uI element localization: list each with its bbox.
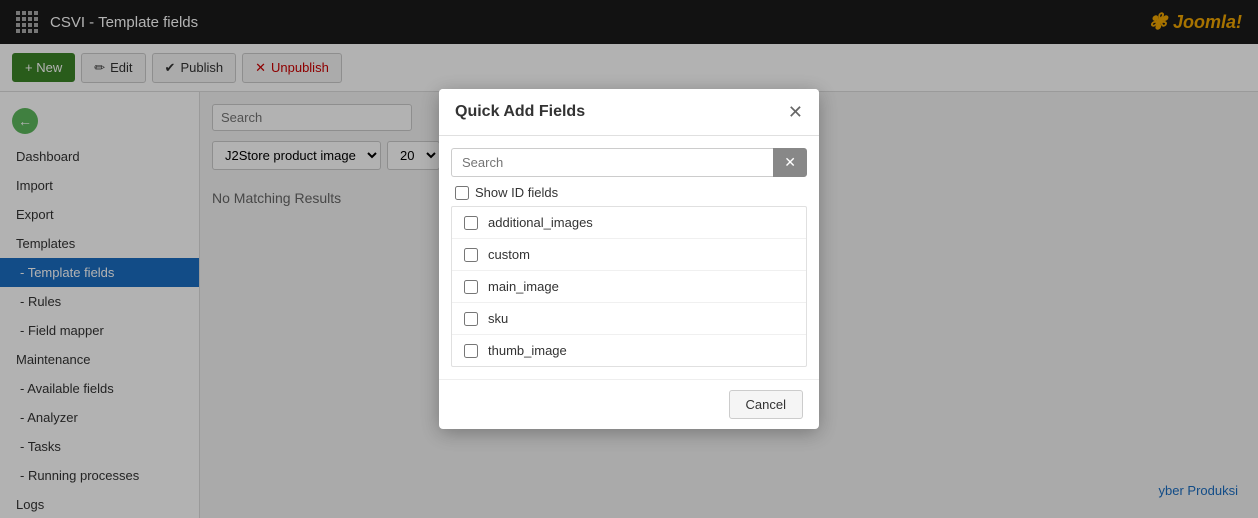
quick-add-modal: Quick Add Fields ✕ ✕ Show ID fields <box>439 89 819 429</box>
modal-header: Quick Add Fields ✕ <box>439 89 819 136</box>
show-id-label: Show ID fields <box>475 185 558 200</box>
field-label-thumb-image: thumb_image <box>488 343 567 358</box>
field-row-sku: sku <box>452 303 806 335</box>
modal-body: ✕ Show ID fields additional_images <box>439 136 819 379</box>
field-label-sku: sku <box>488 311 508 326</box>
main-layout: ← Dashboard Import Export Templates - Te… <box>0 92 1258 518</box>
modal-footer: Cancel <box>439 379 819 429</box>
modal-search-input[interactable] <box>451 148 773 177</box>
modal-title: Quick Add Fields <box>455 103 585 121</box>
checkbox-main-image[interactable] <box>464 280 478 294</box>
field-row-additional-images: additional_images <box>452 207 806 239</box>
field-row-main-image: main_image <box>452 271 806 303</box>
fields-list: additional_images custom main_image <box>451 206 807 367</box>
modal-close-button[interactable]: ✕ <box>788 103 803 121</box>
show-id-row: Show ID fields <box>451 185 807 200</box>
checkbox-additional-images[interactable] <box>464 216 478 230</box>
content-area: J2Store product image 20 No Matching Res… <box>200 92 1258 518</box>
show-id-checkbox[interactable] <box>455 186 469 200</box>
field-label-main-image: main_image <box>488 279 559 294</box>
checkbox-custom[interactable] <box>464 248 478 262</box>
modal-search-clear-button[interactable]: ✕ <box>773 148 807 177</box>
field-label-additional-images: additional_images <box>488 215 593 230</box>
modal-overlay: Quick Add Fields ✕ ✕ Show ID fields <box>0 0 1258 518</box>
cancel-button[interactable]: Cancel <box>729 390 803 419</box>
checkbox-sku[interactable] <box>464 312 478 326</box>
field-label-custom: custom <box>488 247 530 262</box>
field-row-thumb-image: thumb_image <box>452 335 806 366</box>
field-row-custom: custom <box>452 239 806 271</box>
clear-icon: ✕ <box>784 154 796 171</box>
modal-search-row: ✕ <box>451 148 807 177</box>
checkbox-thumb-image[interactable] <box>464 344 478 358</box>
